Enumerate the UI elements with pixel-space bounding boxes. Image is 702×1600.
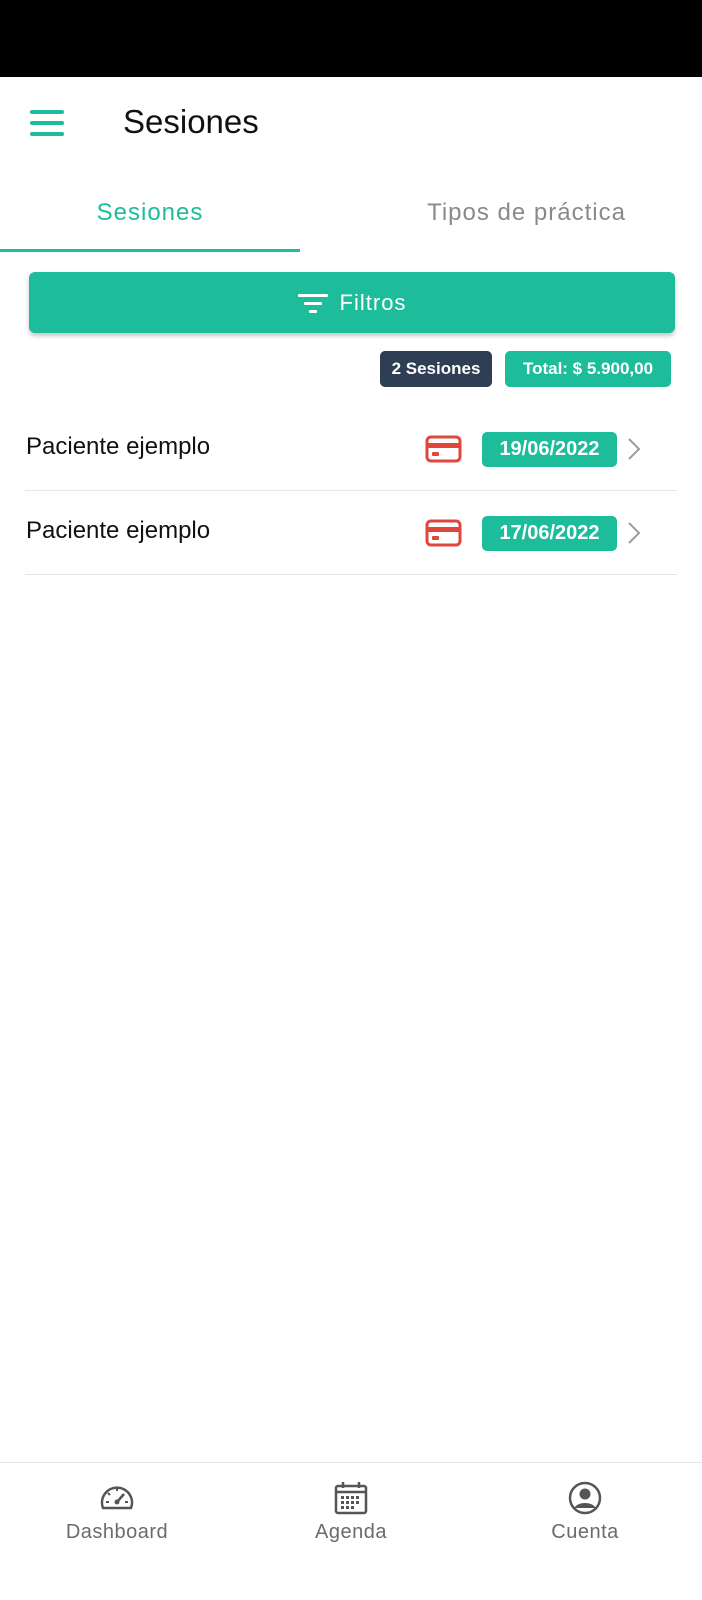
credit-card-icon: [425, 519, 462, 547]
hamburger-menu-icon[interactable]: [30, 110, 64, 136]
chevron-right-icon: [628, 438, 641, 460]
nav-label: Cuenta: [551, 1521, 619, 1543]
nav-label: Dashboard: [65, 1521, 169, 1543]
speedometer-icon: [100, 1486, 134, 1510]
bottom-navigation: Dashboard Agenda Cuenta: [0, 1462, 702, 1600]
filters-button[interactable]: Filtros: [29, 272, 675, 333]
tab-bar: Sesiones Tipos de práctica: [0, 173, 702, 255]
patient-name: Paciente ejemplo: [26, 517, 211, 544]
session-date-badge: 17/06/2022: [482, 516, 617, 551]
session-date-badge: 19/06/2022: [482, 432, 617, 467]
filter-icon: [297, 292, 328, 314]
nav-label: Agenda: [315, 1521, 387, 1543]
active-tab-indicator: [0, 249, 300, 252]
nav-dashboard[interactable]: Dashboard: [0, 1463, 234, 1563]
session-row[interactable]: Paciente ejemplo 17/06/2022: [25, 491, 677, 575]
account-circle-icon: [568, 1481, 602, 1515]
nav-agenda[interactable]: Agenda: [234, 1463, 468, 1563]
status-bar: [0, 0, 702, 77]
tab-tipos-de-practica[interactable]: Tipos de práctica: [351, 173, 702, 255]
sessions-list: Paciente ejemplo 19/06/2022 Paciente eje…: [25, 407, 677, 575]
tab-sesiones[interactable]: Sesiones: [0, 173, 300, 255]
total-amount-badge: Total: $ 5.900,00: [505, 351, 671, 387]
patient-name: Paciente ejemplo: [26, 433, 211, 460]
session-count-badge: 2 Sesiones: [380, 351, 492, 387]
app-bar: Sesiones: [0, 77, 702, 173]
credit-card-icon: [425, 435, 462, 463]
nav-cuenta[interactable]: Cuenta: [468, 1463, 702, 1563]
session-row[interactable]: Paciente ejemplo 19/06/2022: [25, 407, 677, 491]
filters-button-label: Filtros: [339, 289, 407, 315]
chevron-right-icon: [628, 522, 641, 544]
calendar-icon: [334, 1482, 368, 1515]
page-title: Sesiones: [123, 103, 259, 140]
